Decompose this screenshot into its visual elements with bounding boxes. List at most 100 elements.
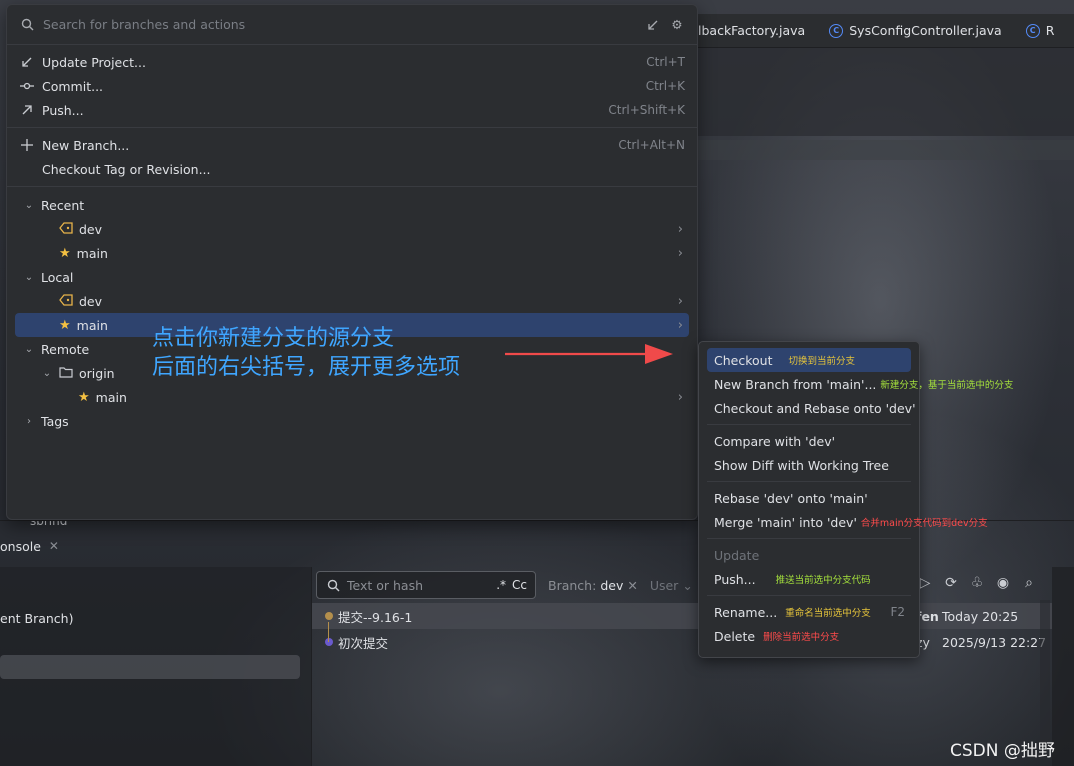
search-icon[interactable]: ⌕ <box>1020 574 1038 592</box>
update-project-action[interactable]: Update Project... Ctrl+T <box>7 50 697 74</box>
user-filter-dropdown[interactable]: User ⌄ <box>650 578 693 593</box>
group-recent[interactable]: ⌄ Recent <box>7 193 697 217</box>
annotation-note: 合并main分支代码到dev分支 <box>860 518 988 529</box>
branch-search-input[interactable] <box>43 17 637 32</box>
editor-area <box>690 48 1074 136</box>
tag-icon <box>59 293 73 309</box>
branch-actions: New Branch... Ctrl+Alt+N Checkout Tag or… <box>7 128 697 187</box>
branch-item-main[interactable]: ★ main › <box>7 241 697 265</box>
branch-row[interactable]: ent Branch) <box>0 611 73 626</box>
menu-item-rebase[interactable]: Rebase 'dev' onto 'main' <box>699 486 919 510</box>
annotation-line: 点击你新建分支的源分支 <box>152 326 395 351</box>
branch-item-dev[interactable]: dev › <box>7 289 697 313</box>
annotation-note: 新建分支，基于当前选中的分支 <box>880 380 1014 391</box>
menu-item-merge[interactable]: Merge 'main' into 'dev' 合并main分支代码到dev分支 <box>699 510 988 534</box>
menu-item-compare[interactable]: Compare with 'dev' <box>699 429 919 453</box>
commit-graph-line <box>328 622 329 642</box>
close-icon[interactable]: ✕ <box>627 578 637 593</box>
chevron-right-icon[interactable]: › <box>678 318 683 333</box>
update-arrow-icon <box>19 54 35 70</box>
gear-icon[interactable]: ⚙ <box>669 17 685 33</box>
remote-label: origin <box>79 365 115 381</box>
watermark: CSDN @拙野 <box>950 741 1055 761</box>
editor-tab-label: R <box>1045 23 1055 38</box>
chevron-down-icon: ⌄ <box>24 199 34 211</box>
group-tags[interactable]: › Tags <box>7 409 697 433</box>
menu-item-label: Checkout <box>714 352 773 368</box>
chevron-right-icon[interactable]: › <box>678 246 683 261</box>
editor-tab[interactable]: lbackFactory.java <box>690 23 817 38</box>
editor-tab[interactable]: CR <box>1014 23 1067 38</box>
branch-label: main <box>76 317 108 333</box>
branch-filter-label: Branch: <box>548 577 597 593</box>
side-tool-strip <box>1052 567 1074 766</box>
checkout-tag-action[interactable]: Checkout Tag or Revision... <box>7 157 697 181</box>
class-icon: C <box>829 23 844 38</box>
group-local[interactable]: ⌄ Local <box>7 265 697 289</box>
branch-item-dev[interactable]: dev › <box>7 217 697 241</box>
group-label: Local <box>41 269 74 285</box>
push-action[interactable]: Push... Ctrl+Shift+K <box>7 98 697 122</box>
git-branches-popup: ⚙ Update Project... Ctrl+T Commit... Ctr… <box>6 4 698 520</box>
collapse-arrow-icon[interactable] <box>645 17 661 33</box>
annotation-note: 删除当前选中分支 <box>763 632 840 643</box>
cherry-pick-icon[interactable]: ♧ <box>968 574 986 592</box>
menu-item-label: Delete <box>714 628 756 644</box>
search-icon <box>19 17 35 33</box>
regex-toggle[interactable]: .* <box>496 578 506 592</box>
commit-date: 2025/9/13 22:27 <box>942 634 1047 650</box>
close-icon[interactable]: ✕ <box>49 539 59 553</box>
console-tab[interactable]: onsole ✕ <box>0 534 59 558</box>
editor-tab-bar: lbackFactory.java C SysConfigController.j… <box>690 14 1074 48</box>
star-icon: ★ <box>59 245 71 261</box>
menu-item-rename[interactable]: Rename... 重命名当前选中分支 F2 <box>699 600 919 624</box>
menu-item-label: Rename... <box>714 604 778 620</box>
menu-item-label: Checkout and Rebase onto 'dev' <box>714 400 916 416</box>
action-shortcut: Ctrl+T <box>646 55 685 69</box>
user-filter-label: User <box>649 577 679 593</box>
group-label: Remote <box>41 341 90 357</box>
commit-filter-input[interactable]: Text or hash .* Cc <box>316 571 536 599</box>
menu-item-show-diff[interactable]: Show Diff with Working Tree <box>699 453 919 477</box>
editor-line-highlight <box>690 140 1074 160</box>
menu-item-new-branch-from[interactable]: New Branch from 'main'... 新建分支，基于当前选中的分支 <box>699 372 1013 396</box>
console-tab-label: onsole <box>0 538 41 554</box>
tutorial-annotation: 点击你新建分支的源分支 后面的右尖括号，展开更多选项 <box>152 324 460 382</box>
match-case-toggle[interactable]: Cc <box>512 578 527 592</box>
table-row[interactable]: 初次提交 zy 2025/9/13 22:27 <box>312 629 1052 655</box>
menu-item-label: Merge 'main' into 'dev' <box>714 514 857 530</box>
menu-item-update: Update <box>699 543 919 567</box>
menu-item-checkout-rebase[interactable]: Checkout and Rebase onto 'dev' <box>699 396 919 420</box>
annotation-note: 切换到当前分支 <box>788 356 855 367</box>
chevron-right-icon[interactable]: › <box>678 222 683 237</box>
commit-message: 初次提交 <box>338 635 389 651</box>
chevron-right-icon[interactable]: › <box>678 294 683 309</box>
commit-action[interactable]: Commit... Ctrl+K <box>7 74 697 98</box>
menu-separator <box>707 424 911 425</box>
group-label: Recent <box>41 197 85 213</box>
class-icon: C <box>1025 23 1040 38</box>
action-label: Commit... <box>42 78 104 94</box>
menu-item-push[interactable]: Push... 推送当前选中分支代码 <box>699 567 919 591</box>
commit-dot-icon <box>325 612 333 620</box>
branch-filter-dropdown[interactable]: Branch: dev ✕ <box>548 578 638 593</box>
eye-icon[interactable]: ◉ <box>994 574 1012 592</box>
chevron-down-icon: ⌄ <box>682 577 693 593</box>
menu-item-checkout[interactable]: Checkout 切换到当前分支 <box>707 348 911 372</box>
menu-separator <box>707 481 911 482</box>
chevron-right-icon[interactable]: › <box>678 390 683 405</box>
editor-tab[interactable]: C SysConfigController.java <box>817 23 1013 38</box>
new-branch-action[interactable]: New Branch... Ctrl+Alt+N <box>7 133 697 157</box>
branch-context-menu: Checkout 切换到当前分支 New Branch from 'main'.… <box>698 341 1013 658</box>
star-icon: ★ <box>78 389 90 405</box>
tag-icon <box>59 221 73 237</box>
branch-item-origin-main[interactable]: ★ main › <box>7 385 697 409</box>
menu-item-delete[interactable]: Delete 删除当前选中分支 <box>699 624 919 648</box>
branch-label: dev <box>79 293 103 309</box>
commit-message: 提交--9.16-1 <box>338 609 413 625</box>
branch-row-selected[interactable] <box>0 655 300 679</box>
table-row[interactable]: 提交--9.16-1 fen Today 20:25 <box>312 603 1052 629</box>
refresh-icon[interactable]: ⟳ <box>942 574 960 592</box>
menu-item-label: Push... <box>714 571 756 587</box>
commit-date: Today 20:25 <box>942 608 1019 624</box>
